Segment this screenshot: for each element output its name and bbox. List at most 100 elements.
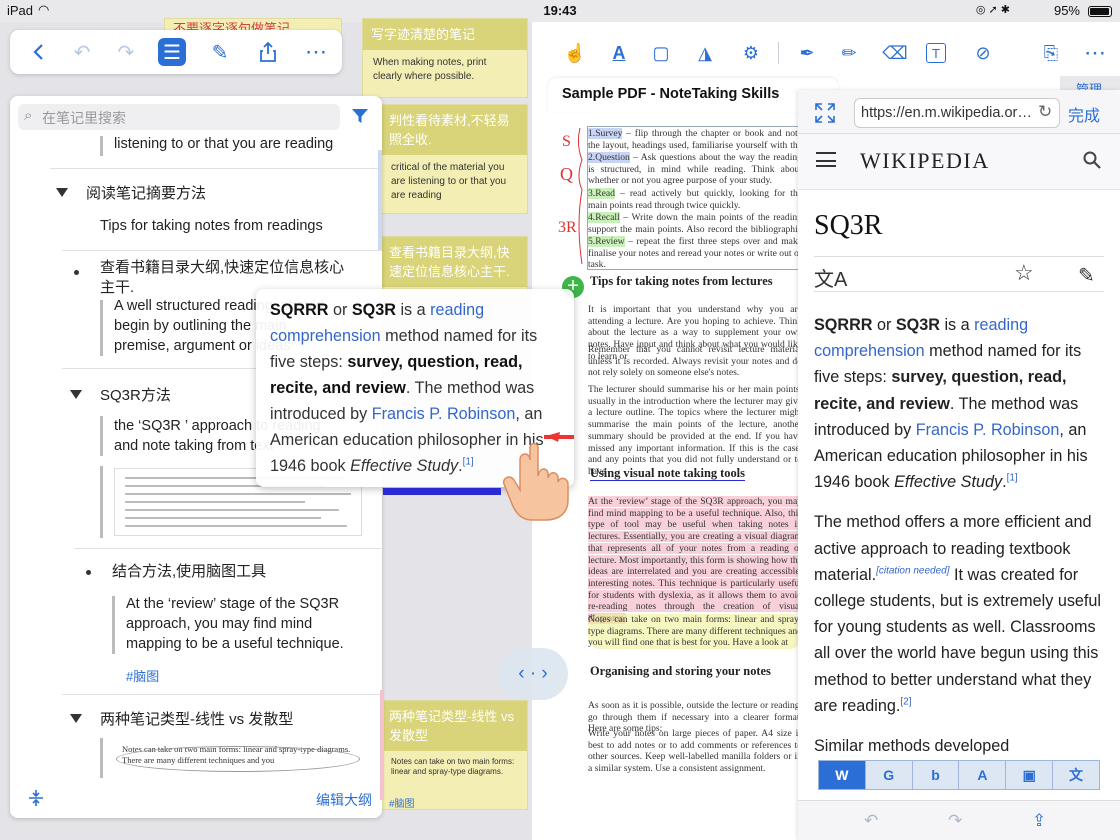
more-icon[interactable]: ⋯ [302, 38, 330, 66]
bullet-dot [86, 570, 91, 575]
eraser-icon[interactable]: ⌫ [882, 40, 908, 66]
francis-robinson-link[interactable]: Francis P. Robinson [916, 421, 1060, 439]
wiki-header: WIKIPEDIA [798, 134, 1120, 190]
url-field[interactable]: https://en.m.wikipedia.org/wiki/SQ3R [854, 98, 1060, 128]
menu-icon[interactable] [816, 152, 836, 167]
outline-text[interactable]: listening to or that you are reading [114, 134, 333, 154]
lasso-circle [116, 746, 360, 772]
search-icon: ⌕ [24, 107, 33, 124]
outline-heading[interactable]: 结合方法,使用脑图工具 [112, 562, 266, 582]
rect-select-icon[interactable]: ▢ [648, 40, 674, 66]
citation-link[interactable]: [1] [1007, 473, 1018, 484]
popup-link[interactable]: Francis P. Robinson [372, 405, 516, 423]
citation-link[interactable]: [2] [900, 696, 911, 707]
image-search-icon[interactable]: ▣ [1006, 761, 1054, 789]
wikipedia-engine-icon[interactable]: W [819, 761, 866, 789]
pen-icon[interactable]: ✒ [794, 40, 820, 66]
outline-text[interactable]: At the ‘review’ stage of the SQ3R approa… [126, 594, 354, 654]
document-tab[interactable]: Sample PDF - NoteTaking Skills [548, 78, 838, 112]
pdf-heading: Using visual note taking tools [590, 466, 745, 481]
note-card-body: critical of the material you are listeni… [391, 162, 507, 201]
pdf-highlight[interactable]: 2.Question [588, 152, 630, 163]
pdf-highlight[interactable]: 3.Read [588, 188, 615, 199]
drag-hand-icon [502, 432, 574, 521]
expand-icon[interactable] [814, 102, 836, 124]
outline-heading[interactable]: SQ3R方法 [100, 386, 171, 406]
split-view-handle[interactable]: ‹ · › [498, 648, 568, 700]
redo-button[interactable]: ↷ [112, 38, 140, 66]
collapse-triangle-icon[interactable] [70, 390, 82, 399]
text-highlight-icon[interactable]: A [606, 40, 632, 66]
compass-icon[interactable]: ⊘ [970, 40, 996, 66]
note-card-body: When making notes, print clearly where p… [373, 57, 487, 82]
article-paragraph: Similar methods developed [814, 737, 1010, 756]
divider [62, 250, 382, 251]
hand-tool-icon[interactable]: ☝ [562, 40, 588, 66]
pdf-text: – read actively but quickly, looking for… [588, 188, 800, 211]
edit-outline-button[interactable]: 编辑大纲 [316, 790, 372, 810]
textbox-icon[interactable]: T [926, 43, 946, 63]
svg-text:S: S [562, 133, 571, 150]
pdf-paragraph: The lecturer should summarise his or her… [588, 384, 800, 477]
pdf-highlight[interactable]: 5.Review [588, 236, 625, 247]
collapse-triangle-icon[interactable] [70, 714, 82, 723]
done-button[interactable]: 完成 [1068, 102, 1100, 126]
outline-heading[interactable]: 两种笔记类型-线性 vs 发散型 [100, 710, 293, 730]
tag-link[interactable]: #脑图 [126, 666, 159, 685]
note-card-tag[interactable]: #脑图 [389, 795, 415, 810]
translate-engine-icon[interactable]: A [959, 761, 1007, 789]
note-card-head: 写字迹清楚的笔记 [363, 19, 527, 50]
edit-pencil-icon[interactable]: ✎ [1078, 263, 1095, 288]
outline-view-button[interactable]: ☰ [158, 38, 186, 66]
svg-text:Q: Q [560, 164, 573, 184]
outline-heading[interactable]: 阅读笔记摘要方法 [86, 184, 206, 204]
article-body: SQRRR or SQ3R is a reading comprehension… [814, 312, 1110, 773]
collapse-all-icon[interactable] [26, 788, 46, 808]
search-icon[interactable] [1082, 150, 1102, 170]
pdf-highlight[interactable]: 4.Recall [588, 212, 620, 223]
browser-back-icon[interactable]: ↶ [864, 811, 878, 831]
note-card[interactable]: 写字迹清楚的笔记 When making notes, print clearl… [362, 18, 528, 98]
browser-forward-icon[interactable]: ↷ [948, 811, 962, 831]
edit-note-icon[interactable]: ✎ [206, 38, 234, 66]
citation-needed-link[interactable]: [citation needed] [876, 565, 949, 576]
undo-button[interactable]: ↶ [68, 38, 96, 66]
search-placeholder: 在笔记里搜索 [42, 110, 126, 126]
collapse-triangle-icon[interactable] [56, 188, 68, 197]
back-button[interactable] [24, 38, 52, 66]
svg-text:3R: 3R [558, 219, 577, 236]
star-icon[interactable]: ☆ [1014, 260, 1034, 286]
more-icon[interactable]: ⋯ [1082, 40, 1108, 66]
share-icon[interactable] [254, 38, 282, 66]
note-card-body: Notes can take on two main forms: linear… [391, 757, 515, 776]
note-card[interactable]: 查看书籍目录大纲,快速定位信息核心主干. [380, 236, 528, 296]
quote-bar [112, 596, 115, 654]
bullet-dot [74, 270, 79, 275]
wikipedia-logo[interactable]: WIKIPEDIA [860, 148, 990, 174]
article-title: SQ3R [814, 210, 883, 241]
pdf-heading: Tips for taking notes from lectures [590, 274, 773, 288]
outline-text[interactable]: Tips for taking notes from readings [100, 216, 323, 236]
dictionary-icon[interactable]: 文 [1053, 761, 1099, 789]
shape-icon[interactable]: ◮ [692, 40, 718, 66]
pdf-paragraph: Write your notes on large pieces of pape… [588, 728, 800, 775]
search-input[interactable]: ⌕ 在笔记里搜索 [18, 104, 340, 130]
reload-icon[interactable]: ↻ [1038, 102, 1052, 122]
pdf-toolbar: ☝ A ▢ ◮ ⚙ ✒ ✏ ⌫ T ⊘ ⎘ ⋯ [532, 30, 1120, 74]
note-card[interactable]: 判性看待素材,不轻易照全收. critical of the material … [380, 104, 528, 214]
note-card[interactable]: 两种笔记类型-线性 vs 发散型 Notes can take on two m… [380, 700, 528, 810]
pdf-page[interactable]: 1.Survey – flip through the chapter or b… [582, 118, 800, 838]
bookmark-icon[interactable]: ⎘ [1038, 40, 1064, 66]
ocr-icon[interactable]: ⚙ [738, 40, 764, 66]
bing-engine-icon[interactable]: b [913, 761, 960, 789]
handwriting-snippet[interactable]: Notes can take on two main forms: linear… [114, 740, 362, 780]
status-icons: ◎ ➚ ✱ [975, 4, 1010, 16]
highlighter-icon[interactable]: ✏ [836, 40, 862, 66]
google-engine-icon[interactable]: G [866, 761, 913, 789]
share-icon[interactable]: ⇪ [1032, 811, 1046, 831]
pdf-pink-highlight[interactable]: At the ‘review’ stage of the SQ3R approa… [588, 496, 800, 625]
filter-icon[interactable] [350, 106, 370, 126]
language-icon[interactable]: 文A [814, 263, 847, 292]
pdf-highlight[interactable]: 1.Survey [588, 128, 623, 139]
article-actions: 文A ☆ ✎ [814, 256, 1104, 292]
